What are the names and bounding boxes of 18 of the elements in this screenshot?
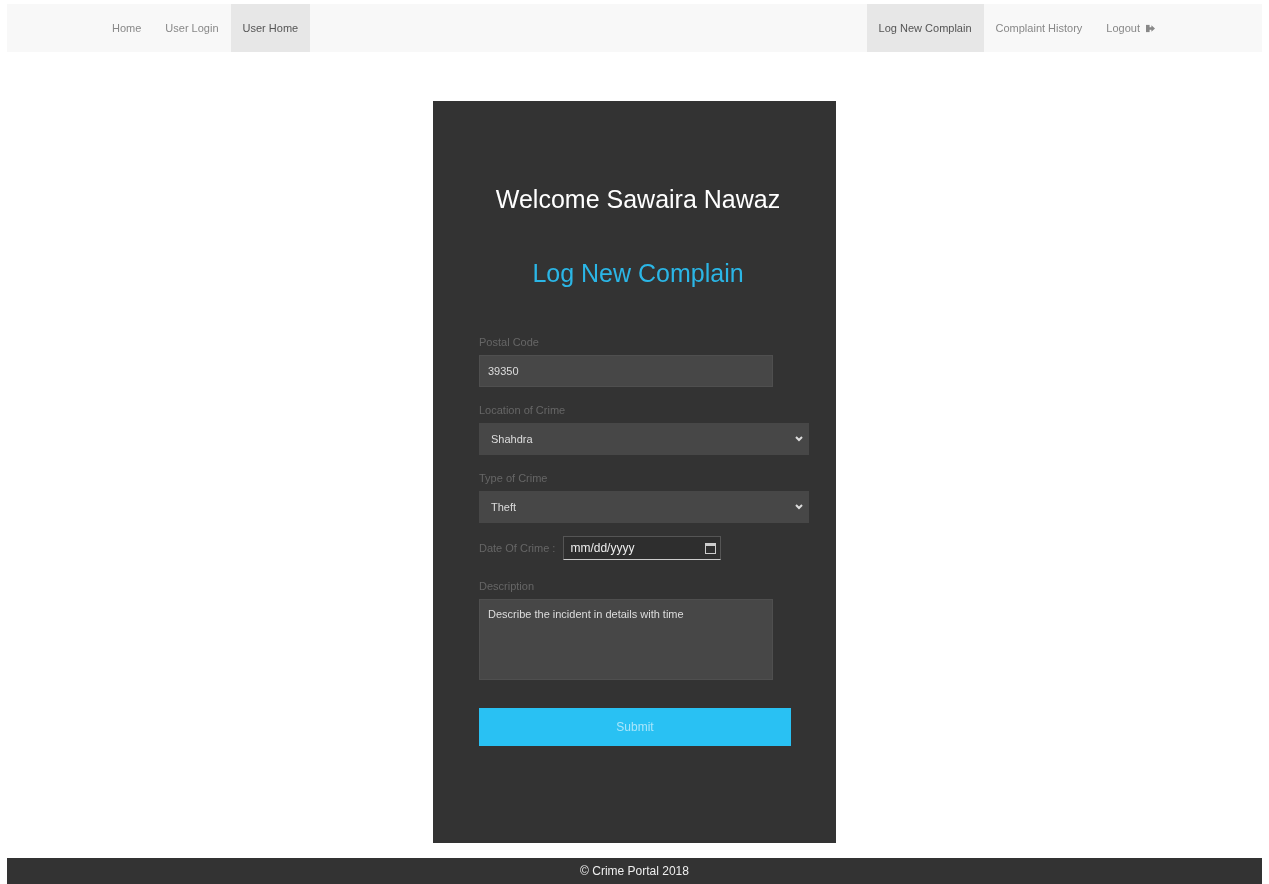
input-field[interactable]: 39350	[479, 355, 773, 387]
chevron-down-icon	[795, 436, 803, 442]
nav-link[interactable]: Complaint History	[983, 4, 1095, 52]
chevron-down-icon	[795, 504, 803, 510]
welcome-title: Welcome Sawaira Nawaz	[494, 184, 782, 215]
nav-link[interactable]: Home	[100, 4, 154, 52]
nav-link[interactable]: User Login	[153, 4, 231, 52]
nav-link[interactable]: Logout	[1094, 4, 1167, 52]
form-heading: Log New Complain	[531, 259, 745, 288]
select-field[interactable]: Shahdra	[479, 423, 809, 455]
nav-link[interactable]: User Home	[230, 4, 311, 52]
date-field[interactable]: mm/dd/yyyy	[563, 536, 722, 560]
sign-out-icon	[1146, 23, 1155, 33]
calendar-icon	[705, 542, 717, 554]
nav-link[interactable]: Log New Complain	[866, 4, 984, 52]
select-field[interactable]: Theft	[479, 491, 809, 523]
description-field[interactable]: Describe the incident in details with time	[479, 599, 773, 680]
footer-text: © Crime Portal 2018	[7, 858, 1262, 884]
